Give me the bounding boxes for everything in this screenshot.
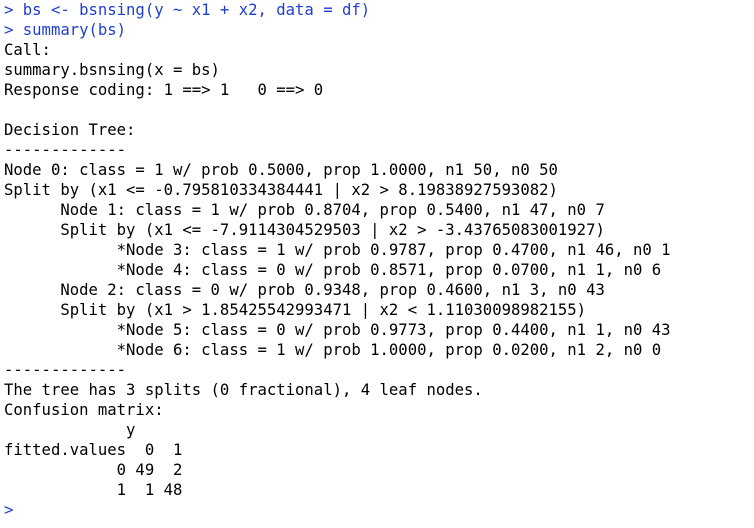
output-line: Confusion matrix: (4, 401, 164, 419)
output-line: ------------- (4, 361, 127, 379)
output-line: Split by (x1 > 1.85425542993471 | x2 < 1… (4, 301, 587, 319)
output-line: Split by (x1 <= -0.795810334384441 | x2 … (4, 181, 558, 199)
output-line: Node 0: class = 1 w/ prob 0.5000, prop 1… (4, 161, 558, 179)
output-line: 0 49 2 (4, 461, 183, 479)
output-line: Node 1: class = 1 w/ prob 0.8704, prop 0… (4, 201, 605, 219)
output-line: ------------- (4, 141, 127, 159)
output-line: The tree has 3 splits (0 fractional), 4 … (4, 381, 483, 399)
input-prompt[interactable]: > (4, 500, 752, 520)
output-line: 1 1 48 (4, 481, 183, 499)
output-line: y (4, 421, 136, 439)
output-line: *Node 4: class = 0 w/ prob 0.8571, prop … (4, 261, 662, 279)
output-line: *Node 6: class = 1 w/ prob 1.0000, prop … (4, 341, 662, 359)
output-line: Node 2: class = 0 w/ prob 0.9348, prop 0… (4, 281, 605, 299)
output-line: Call: (4, 41, 51, 59)
output-line: fitted.values 0 1 (4, 441, 183, 459)
output-line: *Node 5: class = 0 w/ prob 0.9773, prop … (4, 321, 671, 339)
output-line: *Node 3: class = 1 w/ prob 0.9787, prop … (4, 241, 671, 259)
output-line: Split by (x1 <= -7.9114304529503 | x2 > … (4, 221, 605, 239)
output-line: Response coding: 1 ==> 1 0 ==> 0 (4, 81, 324, 99)
r-console[interactable]: > bs <- bsnsing(y ~ x1 + x2, data = df) … (4, 0, 752, 528)
output-line: summary.bsnsing(x = bs) (4, 61, 220, 79)
command-line: > summary(bs) (4, 21, 127, 39)
command-line: > bs <- bsnsing(y ~ x1 + x2, data = df) (4, 1, 371, 19)
output-line: Decision Tree: (4, 121, 136, 139)
